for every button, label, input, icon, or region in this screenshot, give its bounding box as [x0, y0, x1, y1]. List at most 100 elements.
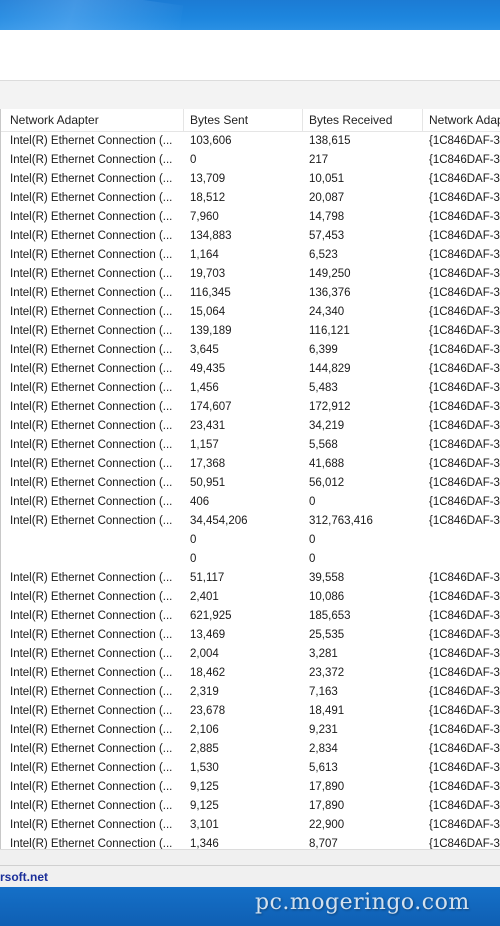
table-row[interactable]: Intel(R) Ethernet Connection (... 1,346 8,…: [1, 835, 500, 849]
cell-network-adapter: Intel(R) Ethernet Connection (...: [10, 496, 173, 508]
status-link[interactable]: rsoft.net: [0, 869, 48, 885]
table-row[interactable]: Intel(R) Ethernet Connection (... 621,925…: [1, 607, 500, 626]
cell-network-adapter: Intel(R) Ethernet Connection (...: [10, 667, 173, 679]
table-row[interactable]: Intel(R) Ethernet Connection (... 2,319 7,…: [1, 683, 500, 702]
table-row[interactable]: Intel(R) Ethernet Connection (... 23,431 3…: [1, 417, 500, 436]
cell-adapter-guid: {1C846DAF-3A: [429, 667, 500, 679]
table-row[interactable]: Intel(R) Ethernet Connection (... 116,345…: [1, 284, 500, 303]
table-row[interactable]: Intel(R) Ethernet Connection (... 17,368 4…: [1, 455, 500, 474]
cell-network-adapter: Intel(R) Ethernet Connection (...: [10, 154, 173, 166]
table-row[interactable]: Intel(R) Ethernet Connection (... 1,164 6,…: [1, 246, 500, 265]
cell-adapter-guid: {1C846DAF-3A: [429, 572, 500, 584]
column-header-bytes-sent[interactable]: Bytes Sent: [190, 109, 300, 131]
cell-adapter-guid: {1C846DAF-3A: [429, 249, 500, 261]
cell-bytes-sent: 1,346: [190, 838, 219, 849]
column-header-network-adapter-guid[interactable]: Network Adap: [429, 109, 500, 131]
table-row[interactable]: Intel(R) Ethernet Connection (... 103,606…: [1, 132, 500, 151]
cell-network-adapter: Intel(R) Ethernet Connection (...: [10, 173, 173, 185]
table-row[interactable]: Intel(R) Ethernet Connection (... 2,885 2,…: [1, 740, 500, 759]
column-divider[interactable]: [302, 109, 303, 131]
cell-bytes-sent: 1,157: [190, 439, 219, 451]
table-row[interactable]: Intel(R) Ethernet Connection (... 174,607…: [1, 398, 500, 417]
cell-bytes-received: 10,086: [309, 591, 345, 603]
cell-network-adapter: Intel(R) Ethernet Connection (...: [10, 211, 173, 223]
table-row[interactable]: Intel(R) Ethernet Connection (... 139,189…: [1, 322, 500, 341]
cell-adapter-guid: {1C846DAF-3A: [429, 648, 500, 660]
table-row[interactable]: Intel(R) Ethernet Connection (... 9,125 17…: [1, 797, 500, 816]
table-row[interactable]: Intel(R) Ethernet Connection (... 3,101 22…: [1, 816, 500, 835]
table-row[interactable]: Intel(R) Ethernet Connection (... 3,645 6,…: [1, 341, 500, 360]
table-row[interactable]: Intel(R) Ethernet Connection (... 1,456 5,…: [1, 379, 500, 398]
table-row[interactable]: Intel(R) Ethernet Connection (... 49,435 1…: [1, 360, 500, 379]
cell-network-adapter: Intel(R) Ethernet Connection (...: [10, 572, 173, 584]
table-row[interactable]: Intel(R) Ethernet Connection (... 9,125 17…: [1, 778, 500, 797]
table-row[interactable]: Intel(R) Ethernet Connection (... 19,703 1…: [1, 265, 500, 284]
table-row[interactable]: Intel(R) Ethernet Connection (... 134,883…: [1, 227, 500, 246]
cell-bytes-sent: 1,530: [190, 762, 219, 774]
cell-bytes-received: 23,372: [309, 667, 345, 679]
table-row[interactable]: Intel(R) Ethernet Connection (... 2,004 3,…: [1, 645, 500, 664]
column-divider[interactable]: [183, 109, 184, 131]
cell-adapter-guid: {1C846DAF-3A: [429, 306, 500, 318]
cell-bytes-sent: 139,189: [190, 325, 232, 337]
cell-adapter-guid: {1C846DAF-3A: [429, 382, 500, 394]
cell-network-adapter: Intel(R) Ethernet Connection (...: [10, 705, 173, 717]
cell-bytes-sent: 3,645: [190, 344, 219, 356]
table-row[interactable]: 00: [1, 531, 500, 550]
cell-adapter-guid: [429, 550, 500, 569]
cell-bytes-received: 0: [309, 496, 316, 508]
cell-network-adapter: [10, 550, 180, 569]
table-row[interactable]: Intel(R) Ethernet Connection (... 7,960 14…: [1, 208, 500, 227]
column-header-network-adapter[interactable]: Network Adapter: [10, 109, 180, 131]
cell-network-adapter: [10, 531, 180, 550]
cell-bytes-sent: 103,606: [190, 135, 232, 147]
table-row[interactable]: Intel(R) Ethernet Connection (... 2,401 10…: [1, 588, 500, 607]
cell-network-adapter: Intel(R) Ethernet Connection (...: [10, 249, 173, 261]
table-row[interactable]: Intel(R) Ethernet Connection (... 50,951 5…: [1, 474, 500, 493]
cell-adapter-guid: {1C846DAF-3A: [429, 268, 500, 280]
cell-network-adapter: Intel(R) Ethernet Connection (...: [10, 135, 173, 147]
cell-bytes-sent: 2,106: [190, 724, 219, 736]
cell-bytes-received: 144,829: [309, 363, 351, 375]
cell-bytes-sent: 49,435: [190, 363, 226, 375]
table-row[interactable]: Intel(R) Ethernet Connection (... 23,678 1…: [1, 702, 500, 721]
column-header-bytes-received[interactable]: Bytes Received: [309, 109, 419, 131]
cell-adapter-guid: {1C846DAF-3A: [429, 515, 500, 527]
table-row[interactable]: Intel(R) Ethernet Connection (... 15,064 2…: [1, 303, 500, 322]
table-row[interactable]: Intel(R) Ethernet Connection (... 1,530 5,…: [1, 759, 500, 778]
cell-adapter-guid: {1C846DAF-3A: [429, 686, 500, 698]
table-row[interactable]: Intel(R) Ethernet Connection (... 406 0 {1C…: [1, 493, 500, 512]
cell-bytes-sent: 13,469: [190, 629, 226, 641]
cell-bytes-received: 185,653: [309, 610, 351, 622]
cell-network-adapter: Intel(R) Ethernet Connection (...: [10, 743, 173, 755]
cell-network-adapter: Intel(R) Ethernet Connection (...: [10, 401, 173, 413]
cell-bytes-received: 2,834: [309, 743, 338, 755]
table-row[interactable]: Intel(R) Ethernet Connection (... 0 217 {1C…: [1, 151, 500, 170]
watermark-text: pc.mogeringo.com: [255, 890, 470, 915]
table-row[interactable]: Intel(R) Ethernet Connection (... 13,469 2…: [1, 626, 500, 645]
cell-network-adapter: Intel(R) Ethernet Connection (...: [10, 724, 173, 736]
cell-network-adapter: Intel(R) Ethernet Connection (...: [10, 325, 173, 337]
adapter-list-view[interactable]: Network Adapter Bytes Sent Bytes Receive…: [0, 109, 500, 849]
horizontal-scrollbar[interactable]: [0, 849, 500, 866]
cell-bytes-received: 57,453: [309, 230, 345, 242]
cell-adapter-guid: {1C846DAF-3A: [429, 819, 500, 831]
table-row[interactable]: Intel(R) Ethernet Connection (... 51,117 3…: [1, 569, 500, 588]
cell-bytes-sent: 1,164: [190, 249, 219, 261]
table-row[interactable]: Intel(R) Ethernet Connection (... 18,462 2…: [1, 664, 500, 683]
table-row[interactable]: Intel(R) Ethernet Connection (... 13,709 1…: [1, 170, 500, 189]
cell-bytes-sent: 50,951: [190, 477, 226, 489]
cell-adapter-guid: {1C846DAF-3A: [429, 363, 500, 375]
table-row[interactable]: Intel(R) Ethernet Connection (... 18,512 2…: [1, 189, 500, 208]
cell-bytes-sent: 19,703: [190, 268, 226, 280]
cell-bytes-received: 5,568: [309, 439, 338, 451]
cell-bytes-sent: 621,925: [190, 610, 232, 622]
cell-bytes-received: 0: [309, 553, 316, 565]
table-row[interactable]: Intel(R) Ethernet Connection (... 1,157 5,…: [1, 436, 500, 455]
cell-bytes-sent: 0: [190, 553, 197, 565]
column-divider[interactable]: [422, 109, 423, 131]
table-row[interactable]: Intel(R) Ethernet Connection (... 34,454,…: [1, 512, 500, 531]
cell-bytes-sent: 7,960: [190, 211, 219, 223]
table-row[interactable]: 00: [1, 550, 500, 569]
table-row[interactable]: Intel(R) Ethernet Connection (... 2,106 9,…: [1, 721, 500, 740]
